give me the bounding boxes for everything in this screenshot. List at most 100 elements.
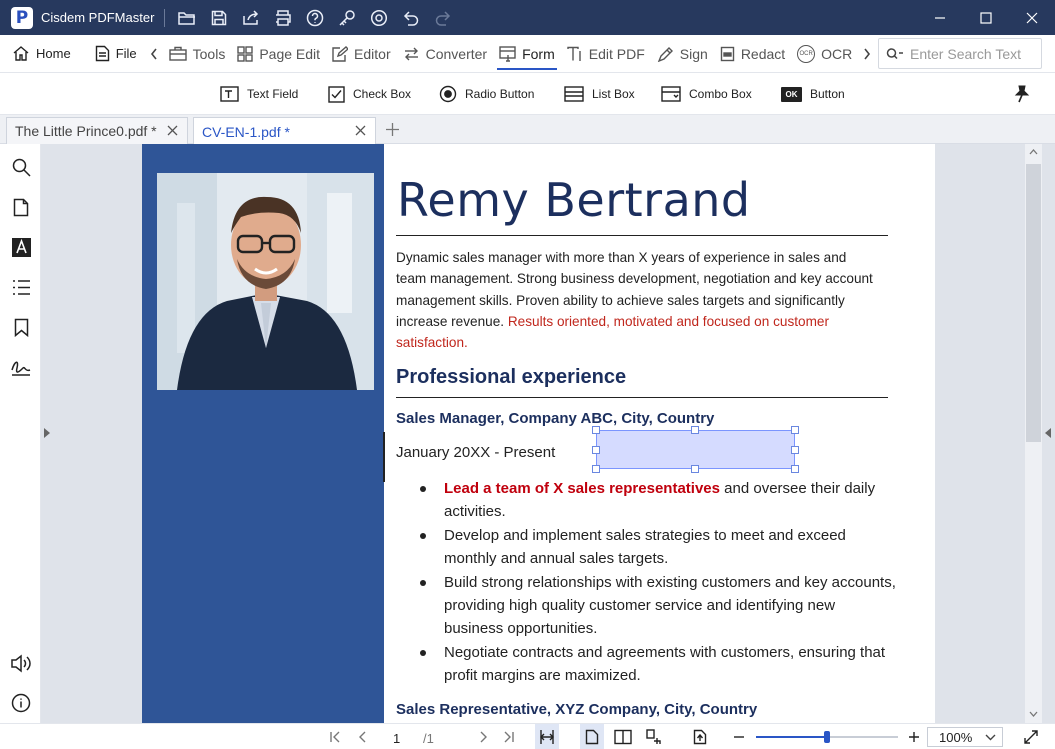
tab-cv-en-1[interactable]: CV-EN-1.pdf * <box>193 117 376 145</box>
add-tab-icon[interactable] <box>386 123 399 136</box>
right-panel-handle[interactable] <box>1042 144 1055 723</box>
text-icon[interactable] <box>10 236 32 258</box>
list-box-tool[interactable]: List Box <box>564 73 635 115</box>
undo-icon[interactable] <box>395 0 427 35</box>
collapse-arrow-icon <box>1045 428 1051 438</box>
resize-handle[interactable] <box>791 446 799 454</box>
redo-icon[interactable] <box>427 0 459 35</box>
sign-button[interactable]: Sign <box>651 35 714 73</box>
maximize-button[interactable] <box>963 0 1009 35</box>
tab-little-prince[interactable]: The Little Prince0.pdf * <box>6 117 188 144</box>
button-tool[interactable]: OK Button <box>781 73 845 115</box>
job-title: Sales Representative, XYZ Company, City,… <box>396 701 758 718</box>
search-box[interactable] <box>878 38 1042 69</box>
zoom-slider[interactable] <box>756 731 898 743</box>
job-dates: January 20XX - Present <box>396 444 556 461</box>
page-divider-line <box>383 432 385 482</box>
search-icon[interactable] <box>10 156 32 178</box>
current-page[interactable]: 1 <box>393 731 400 746</box>
print-icon[interactable] <box>267 0 299 35</box>
list-icon[interactable] <box>10 276 32 298</box>
export-page-icon[interactable] <box>688 724 712 749</box>
ocr-button[interactable]: OCR OCR <box>791 35 858 73</box>
search-input[interactable] <box>910 45 1030 62</box>
redact-button[interactable]: Redact <box>714 35 791 73</box>
list-item: Build strong relationships with existing… <box>396 571 896 641</box>
minimize-button[interactable] <box>917 0 963 35</box>
fullscreen-icon[interactable] <box>1020 724 1042 749</box>
close-tab-icon[interactable] <box>355 125 366 136</box>
bookmark-icon[interactable] <box>10 316 32 338</box>
text-field-tool[interactable]: Text Field <box>220 73 298 115</box>
resize-handle[interactable] <box>791 465 799 473</box>
resize-handle[interactable] <box>691 426 699 434</box>
zoom-in-icon[interactable] <box>905 724 923 749</box>
document-viewport: Remy Bertrand Dynamic sales manager with… <box>53 144 1025 723</box>
radio-button-tool[interactable]: Radio Button <box>439 73 534 115</box>
toolbar-scroll-right-icon[interactable] <box>858 48 876 60</box>
converter-label: Converter <box>425 45 488 62</box>
editor-button[interactable]: Editor <box>326 35 397 73</box>
home-button[interactable]: Home <box>6 35 77 73</box>
single-page-icon[interactable] <box>580 724 604 749</box>
pin-icon[interactable] <box>1013 84 1031 104</box>
fit-width-icon[interactable] <box>535 724 559 749</box>
job-title: Sales Manager, Company ABC, City, Countr… <box>396 410 715 427</box>
close-window-button[interactable] <box>1009 0 1055 35</box>
info-icon[interactable] <box>10 692 32 714</box>
edit-pdf-button[interactable]: Edit PDF <box>561 35 651 73</box>
share-icon[interactable] <box>235 0 267 35</box>
left-sidebar <box>0 144 41 723</box>
key-icon[interactable] <box>331 0 363 35</box>
settings-icon[interactable] <box>363 0 395 35</box>
home-label: Home <box>36 46 71 61</box>
signature-icon[interactable] <box>10 356 32 378</box>
two-page-icon[interactable] <box>611 724 635 749</box>
close-tab-icon[interactable] <box>167 125 178 136</box>
ok-button-icon: OK <box>781 86 802 102</box>
resize-handle[interactable] <box>592 446 600 454</box>
form-text-field[interactable] <box>596 430 795 469</box>
sidebar-collapse-handle[interactable] <box>41 144 53 723</box>
zoom-select[interactable]: 100% <box>927 727 1003 747</box>
summary-paragraph: Dynamic sales manager with more than X y… <box>396 247 876 353</box>
page-edit-button[interactable]: Page Edit <box>231 35 326 73</box>
list-box-label: List Box <box>592 87 635 101</box>
scroll-mode-icon[interactable] <box>642 724 666 749</box>
zoom-value: 100% <box>939 729 973 745</box>
open-folder-icon[interactable] <box>171 0 203 35</box>
first-page-icon[interactable] <box>326 724 344 749</box>
title-separator <box>164 8 166 27</box>
profile-photo <box>157 173 374 390</box>
pdf-page: Remy Bertrand Dynamic sales manager with… <box>142 144 935 723</box>
bullet-highlight: Lead a team of X sales representatives <box>444 480 720 497</box>
check-box-tool[interactable]: Check Box <box>328 73 411 115</box>
save-icon[interactable] <box>203 0 235 35</box>
converter-button[interactable]: Converter <box>397 35 493 73</box>
scrollbar-thumb[interactable] <box>1026 164 1041 442</box>
zoom-slider-knob[interactable] <box>824 731 830 743</box>
combo-box-tool[interactable]: Combo Box <box>661 73 752 115</box>
zoom-out-icon[interactable] <box>730 724 748 749</box>
last-page-icon[interactable] <box>500 724 518 749</box>
help-icon[interactable] <box>299 0 331 35</box>
speaker-icon[interactable] <box>10 652 32 674</box>
next-page-icon[interactable] <box>474 724 492 749</box>
vertical-scrollbar[interactable] <box>1025 144 1042 723</box>
editor-label: Editor <box>354 45 391 62</box>
tools-button[interactable]: Tools <box>163 35 232 73</box>
resize-handle[interactable] <box>791 426 799 434</box>
list-item: Negotiate contracts and agreements with … <box>396 641 896 688</box>
page-thumbnail-icon[interactable] <box>10 196 32 218</box>
form-label: Form <box>522 45 555 62</box>
resize-handle[interactable] <box>691 465 699 473</box>
app-title: Cisdem PDFMaster <box>41 10 155 25</box>
form-button[interactable]: Form <box>493 35 561 73</box>
responsibility-list: Lead a team of X sales representatives a… <box>396 477 896 688</box>
zoom-slider-fill <box>756 736 827 738</box>
toolbar-scroll-left-icon[interactable] <box>145 48 163 60</box>
file-button[interactable]: File <box>89 35 143 73</box>
resize-handle[interactable] <box>592 426 600 434</box>
resize-handle[interactable] <box>592 465 600 473</box>
previous-page-icon[interactable] <box>354 724 372 749</box>
